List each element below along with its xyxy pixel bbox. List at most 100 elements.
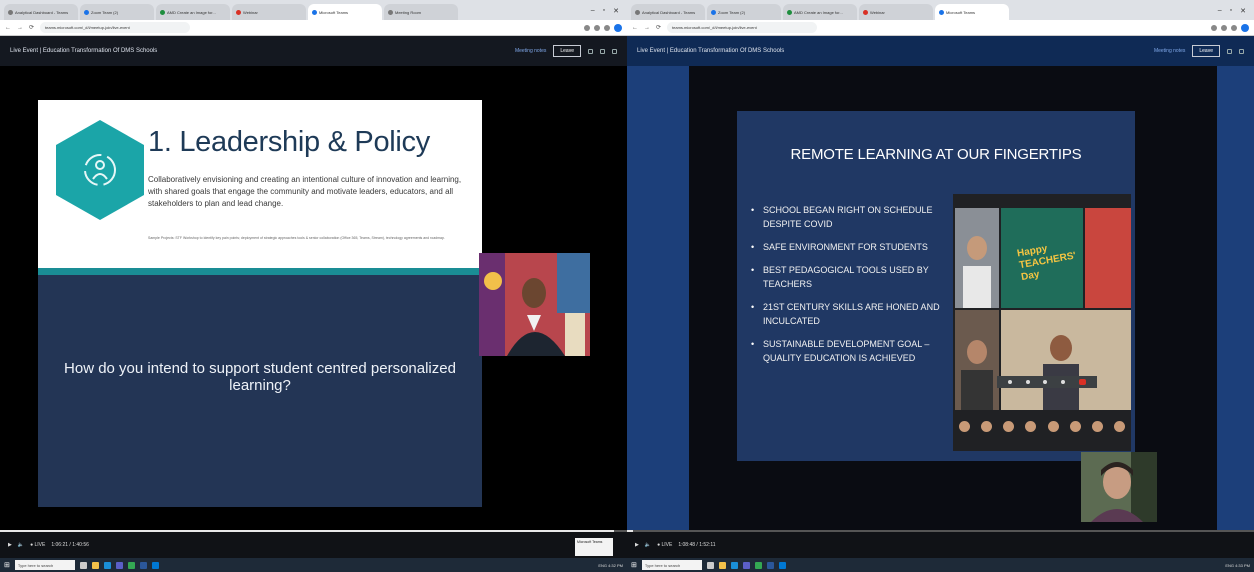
tab-favicon-icon bbox=[635, 9, 640, 15]
browser-tab[interactable]: Analytical Dashboard - Teams bbox=[4, 4, 78, 20]
browser-tab[interactable]: Webinar bbox=[859, 4, 933, 20]
chrome-icon[interactable] bbox=[754, 561, 762, 569]
settings-icon[interactable] bbox=[1227, 48, 1232, 54]
play-icon[interactable]: ▶ bbox=[8, 542, 12, 548]
event-header: Live Event | Education Transformation Of… bbox=[627, 36, 1254, 66]
participant-avatar bbox=[1069, 420, 1081, 432]
word-icon[interactable] bbox=[766, 561, 774, 569]
tray-clock[interactable]: ENG 4:33 PM bbox=[1225, 563, 1250, 568]
tab-favicon-icon bbox=[711, 9, 716, 15]
extension-icon[interactable] bbox=[594, 24, 600, 31]
video-controls: ▶ 🔈 ● LIVE 1:06:21 / 1:40:56 bbox=[0, 532, 627, 558]
slide-bullet: SAFE ENVIRONMENT FOR STUDENTS bbox=[751, 240, 956, 254]
tab-favicon-icon bbox=[84, 9, 89, 15]
volume-icon[interactable]: 🔈 bbox=[18, 542, 24, 548]
reload-icon[interactable]: ⟳ bbox=[29, 24, 34, 31]
minimize-icon[interactable]: – bbox=[1218, 7, 1222, 15]
extension-icon[interactable] bbox=[604, 24, 610, 31]
share-icon[interactable] bbox=[1043, 380, 1048, 384]
slide-bullet: SUSTAINABLE DEVELOPMENT GOAL –QUALITY ED… bbox=[751, 337, 956, 365]
browser-tab[interactable]: Zoom Team (2) bbox=[707, 4, 781, 20]
participant-avatar bbox=[1047, 420, 1059, 432]
live-badge: ● LIVE bbox=[30, 542, 46, 548]
close-icon[interactable]: ✕ bbox=[1240, 7, 1246, 15]
maximize-icon[interactable]: ▫ bbox=[1230, 7, 1232, 15]
fullscreen-icon[interactable] bbox=[600, 48, 605, 54]
taskbar-search-input[interactable]: Type here to search bbox=[14, 560, 75, 570]
chrome-icon[interactable] bbox=[127, 561, 135, 569]
file-explorer-icon[interactable] bbox=[718, 561, 726, 569]
teams-icon[interactable] bbox=[742, 561, 750, 569]
back-icon[interactable]: ← bbox=[632, 25, 638, 31]
event-title: Live Event | Education Transformation Of… bbox=[637, 48, 785, 54]
word-icon[interactable] bbox=[139, 561, 147, 569]
browser-tab-active[interactable]: Microsoft Teams bbox=[935, 4, 1009, 20]
tab-favicon-icon bbox=[787, 9, 792, 15]
windows-start-icon[interactable]: ⊞ bbox=[4, 561, 10, 569]
meeting-notes-link[interactable]: Meeting notes bbox=[515, 48, 546, 54]
tray-clock[interactable]: ENG 4:32 PM bbox=[598, 563, 623, 568]
taskbar-search-input[interactable]: Type here to search bbox=[641, 560, 702, 570]
extension-icon[interactable] bbox=[1231, 24, 1237, 31]
browser-tab[interactable]: Zoom Team (2) bbox=[80, 4, 154, 20]
browser-tab[interactable]: Analytical Dashboard - Teams bbox=[631, 4, 705, 20]
windows-start-icon[interactable]: ⊞ bbox=[631, 561, 637, 569]
participant-tile bbox=[955, 310, 999, 410]
forward-icon[interactable]: → bbox=[644, 25, 650, 31]
extensions bbox=[584, 23, 622, 32]
event-title: Live Event | Education Transformation Of… bbox=[10, 48, 158, 54]
forward-icon[interactable]: → bbox=[17, 25, 23, 31]
system-tray: ENG 4:33 PM bbox=[1225, 563, 1250, 568]
browser-tab-active[interactable]: Microsoft Teams bbox=[308, 4, 382, 20]
event-controls: Meeting notes Leave bbox=[515, 45, 617, 57]
profile-avatar[interactable] bbox=[614, 23, 622, 32]
teams-icon[interactable] bbox=[115, 561, 123, 569]
edge-icon[interactable] bbox=[730, 561, 738, 569]
address-bar: ← → ⟳ teams.microsoft.com/_#/l/meetup-jo… bbox=[0, 20, 627, 36]
taskbar-tooltip: Microsoft Teams bbox=[575, 538, 613, 556]
tab-favicon-icon bbox=[863, 9, 868, 15]
task-view-icon[interactable] bbox=[79, 561, 87, 569]
extensions bbox=[1211, 23, 1249, 32]
url-input[interactable]: teams.microsoft.com/_#/l/meetup-join/liv… bbox=[667, 22, 818, 33]
camera-icon[interactable] bbox=[1025, 380, 1030, 384]
participant-avatar bbox=[958, 420, 970, 432]
extension-icon[interactable] bbox=[584, 24, 590, 31]
stage-edge-right bbox=[1217, 66, 1254, 532]
back-icon[interactable]: ← bbox=[5, 25, 11, 31]
fullscreen-icon[interactable] bbox=[1239, 48, 1244, 54]
extension-icon[interactable] bbox=[1211, 24, 1217, 31]
cycle-person-icon bbox=[56, 120, 144, 220]
edge-icon[interactable] bbox=[103, 561, 111, 569]
minimize-icon[interactable]: – bbox=[591, 7, 595, 15]
end-call-icon[interactable] bbox=[1079, 379, 1087, 385]
reload-icon[interactable]: ⟳ bbox=[656, 24, 661, 31]
browser-tab[interactable]: AMD Create an Image for... bbox=[783, 4, 857, 20]
outlook-icon[interactable] bbox=[151, 561, 159, 569]
outlook-icon[interactable] bbox=[778, 561, 786, 569]
maximize-icon[interactable]: ▫ bbox=[603, 7, 605, 15]
play-icon[interactable]: ▶ bbox=[635, 542, 639, 548]
task-view-icon[interactable] bbox=[706, 561, 714, 569]
meeting-control-bar bbox=[997, 376, 1097, 388]
chat-icon[interactable] bbox=[1061, 380, 1066, 384]
settings-icon[interactable] bbox=[588, 48, 593, 54]
participant-tile bbox=[1001, 310, 1131, 410]
meeting-notes-link[interactable]: Meeting notes bbox=[1154, 48, 1185, 54]
profile-avatar[interactable] bbox=[1241, 23, 1249, 32]
url-input[interactable]: teams.microsoft.com/_#/l/meetup-join/liv… bbox=[40, 22, 191, 33]
browser-tab[interactable]: Webinar bbox=[232, 4, 306, 20]
file-explorer-icon[interactable] bbox=[91, 561, 99, 569]
more-icon[interactable] bbox=[612, 48, 617, 54]
volume-icon[interactable]: 🔈 bbox=[645, 542, 651, 548]
close-icon[interactable]: ✕ bbox=[613, 7, 619, 15]
slide-bullet: BEST PEDAGOGICAL TOOLS USED BY TEACHERS bbox=[751, 263, 956, 291]
leave-button[interactable]: Leave bbox=[1192, 45, 1220, 57]
browser-tab[interactable]: Meeting Room bbox=[384, 4, 458, 20]
leave-button[interactable]: Leave bbox=[553, 45, 581, 57]
browser-tab[interactable]: AMD Create an Image for... bbox=[156, 4, 230, 20]
tab-favicon-icon bbox=[8, 9, 13, 15]
mic-icon[interactable] bbox=[1007, 380, 1012, 384]
extension-icon[interactable] bbox=[1221, 24, 1227, 31]
hexagon-badge bbox=[56, 120, 144, 220]
